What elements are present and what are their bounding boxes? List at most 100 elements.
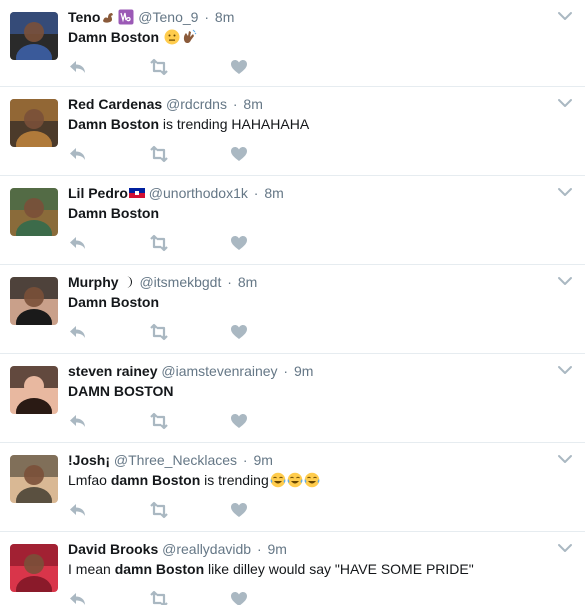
like-heart-icon[interactable]: [230, 412, 250, 430]
retweet-icon[interactable]: [148, 145, 168, 163]
tweet[interactable]: Lil Pedro @unorthodox1k · 8m Damn Boston: [0, 176, 585, 265]
timestamp[interactable]: 9m: [268, 541, 287, 557]
retweet-icon[interactable]: [148, 234, 168, 252]
like-heart-icon[interactable]: [230, 501, 250, 519]
display-name[interactable]: David Brooks: [68, 541, 158, 557]
retweet-icon[interactable]: [148, 323, 168, 341]
separator-dot: ·: [253, 541, 266, 557]
reply-icon[interactable]: [68, 412, 88, 430]
username[interactable]: @Teno_9: [138, 9, 198, 25]
flexed-biceps-medium-dark-icon: [101, 9, 117, 25]
timestamp[interactable]: 9m: [254, 452, 273, 468]
retweet-icon[interactable]: [148, 412, 168, 430]
timestamp[interactable]: 8m: [264, 185, 283, 201]
tweet[interactable]: Teno @Teno_9 · 8m Damn Boston: [0, 0, 585, 87]
chevron-down-icon[interactable]: [557, 542, 573, 554]
separator-dot: ·: [200, 9, 213, 25]
tears-of-joy-icon: [304, 472, 320, 488]
timestamp[interactable]: 9m: [294, 363, 313, 379]
tweet-actions: [68, 145, 268, 163]
reply-icon[interactable]: [68, 590, 88, 605]
avatar[interactable]: [10, 99, 58, 147]
separator-dot: ·: [279, 363, 292, 379]
tweet-actions: [68, 234, 268, 252]
tweet-actions: [68, 501, 268, 519]
tweet-header: steven rainey @iamstevenrainey · 9m: [68, 362, 545, 380]
reply-icon[interactable]: [68, 234, 88, 252]
chevron-down-icon[interactable]: [557, 10, 573, 22]
tweet-text: Damn Boston is trending HAHAHAHA: [68, 115, 545, 133]
username[interactable]: @iamstevenrainey: [161, 363, 277, 379]
tweet-text: Damn Boston: [68, 293, 545, 311]
tweet-header: !Josh¡ @Three_Necklaces · 9m: [68, 451, 545, 469]
username[interactable]: @Three_Necklaces: [114, 452, 237, 468]
avatar[interactable]: [10, 544, 58, 592]
separator-dot: ·: [223, 274, 236, 290]
text-segment: is trending HAHAHAHA: [159, 116, 310, 132]
tweet-header: David Brooks @reallydavidb · 9m: [68, 540, 545, 558]
like-heart-icon[interactable]: [230, 234, 250, 252]
tweet-actions: [68, 58, 268, 76]
like-heart-icon[interactable]: [230, 58, 250, 76]
highlighted-term: Damn Boston: [68, 116, 159, 132]
tweet[interactable]: Red Cardenas @rdcrdns · 8m Damn Boston is…: [0, 87, 585, 176]
tweet-text: DAMN BOSTON: [68, 382, 545, 400]
like-heart-icon[interactable]: [230, 590, 250, 605]
separator-dot: ·: [239, 452, 252, 468]
flag-haiti-icon: [128, 185, 145, 201]
tweet-text: Lmfao damn Boston is trending: [68, 471, 545, 489]
username[interactable]: @reallydavidb: [162, 541, 251, 557]
display-name[interactable]: Murphy: [68, 274, 119, 290]
reply-icon[interactable]: [68, 323, 88, 341]
display-name[interactable]: steven rainey: [68, 363, 158, 379]
text-segment: Lmfao: [68, 472, 111, 488]
username[interactable]: @itsmekbgdt: [139, 274, 221, 290]
retweet-icon[interactable]: [148, 501, 168, 519]
tweet[interactable]: Murphy @itsmekbgdt · 8m Damn Boston: [0, 265, 585, 354]
avatar[interactable]: [10, 277, 58, 325]
highlighted-term: DAMN BOSTON: [68, 383, 174, 399]
avatar[interactable]: [10, 455, 58, 503]
tweet[interactable]: !Josh¡ @Three_Necklaces · 9m Lmfao damn B…: [0, 443, 585, 532]
tweet[interactable]: steven rainey @iamstevenrainey · 9m DAMN …: [0, 354, 585, 443]
separator-dot: ·: [249, 185, 263, 201]
tears-of-joy-icon: [287, 472, 303, 488]
separator-dot: ·: [228, 96, 242, 112]
chevron-down-icon[interactable]: [557, 186, 573, 198]
avatar[interactable]: [10, 12, 58, 60]
display-name[interactable]: Lil Pedro: [68, 185, 128, 201]
retweet-icon[interactable]: [148, 590, 168, 605]
tweet-header: Red Cardenas @rdcrdns · 8m: [68, 95, 545, 113]
reply-icon[interactable]: [68, 145, 88, 163]
retweet-icon[interactable]: [148, 58, 168, 76]
highlighted-term: damn Boston: [110, 472, 201, 488]
avatar[interactable]: [10, 366, 58, 414]
highlighted-term: damn Boston: [114, 561, 205, 577]
avatar[interactable]: [10, 188, 58, 236]
display-name[interactable]: Teno: [68, 9, 100, 25]
chevron-down-icon[interactable]: [557, 97, 573, 109]
display-name[interactable]: Red Cardenas: [68, 96, 162, 112]
display-name[interactable]: !Josh¡: [68, 452, 110, 468]
chevron-down-icon[interactable]: [557, 275, 573, 287]
tweet-header: Murphy @itsmekbgdt · 8m: [68, 273, 545, 291]
timestamp[interactable]: 8m: [243, 96, 262, 112]
reply-icon[interactable]: [68, 501, 88, 519]
tweet-text: I mean damn Boston like dilley would say…: [68, 560, 545, 578]
text-segment: [159, 29, 163, 45]
timeline: Teno @Teno_9 · 8m Damn Boston Red Cardena…: [0, 0, 585, 605]
highlighted-term: Damn Boston: [68, 205, 159, 221]
timestamp[interactable]: 8m: [238, 274, 257, 290]
like-heart-icon[interactable]: [230, 323, 250, 341]
timestamp[interactable]: 8m: [215, 9, 234, 25]
chevron-down-icon[interactable]: [557, 453, 573, 465]
tweet-header: Teno @Teno_9 · 8m: [68, 8, 545, 26]
chevron-down-icon[interactable]: [557, 364, 573, 376]
like-heart-icon[interactable]: [230, 145, 250, 163]
tweet-actions: [68, 323, 268, 341]
username[interactable]: @rdcrdns: [166, 96, 227, 112]
username[interactable]: @unorthodox1k: [149, 185, 248, 201]
tweet-actions: [68, 412, 268, 430]
tweet[interactable]: David Brooks @reallydavidb · 9m I mean da…: [0, 532, 585, 605]
reply-icon[interactable]: [68, 58, 88, 76]
